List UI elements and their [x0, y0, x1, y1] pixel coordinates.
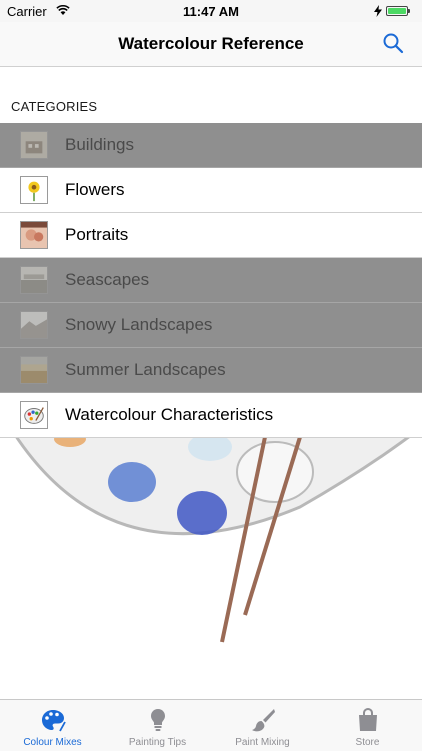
tab-label: Paint Mixing	[235, 737, 290, 748]
snowy-landscapes-thumbnail	[20, 311, 48, 339]
navigation-bar: Watercolour Reference	[0, 22, 422, 67]
category-label: Portraits	[65, 225, 129, 244]
list-item-flowers[interactable]: Flowers	[0, 168, 422, 213]
tab-label: Painting Tips	[128, 737, 187, 748]
paintbrush-icon	[252, 709, 275, 732]
seascapes-thumbnail	[20, 266, 48, 294]
list-item-watercolour-characteristics[interactable]: Watercolour Characteristics	[0, 393, 422, 438]
list-item-portraits[interactable]: Portraits	[0, 213, 422, 258]
palette-icon	[42, 710, 66, 732]
shopping-bag-icon	[359, 707, 377, 731]
category-label: Seascapes	[65, 270, 150, 289]
list-item-snowy-landscapes[interactable]: Snowy Landscapes	[0, 303, 422, 348]
tab-label: Store	[355, 737, 380, 748]
list-item-summer-landscapes[interactable]: Summer Landscapes	[0, 348, 422, 393]
page-title: Watercolour Reference	[118, 34, 304, 53]
portraits-thumbnail	[20, 221, 48, 249]
summer-landscapes-thumbnail	[20, 356, 48, 384]
category-label: Snowy Landscapes	[65, 315, 213, 334]
categories-view: CATEGORIES Buildings Flowers Portraits S…	[0, 67, 422, 699]
palette-thumbnail	[20, 401, 48, 429]
category-label: Buildings	[65, 135, 134, 154]
tab-painting-tips[interactable]: Painting Tips	[105, 700, 210, 751]
flowers-thumbnail	[20, 176, 48, 204]
list-item-buildings[interactable]: Buildings	[0, 123, 422, 168]
tab-colour-mixes[interactable]: Colour Mixes	[0, 700, 105, 751]
category-label: Watercolour Characteristics	[65, 405, 274, 424]
battery-icon	[386, 6, 410, 16]
tab-store[interactable]: Store	[315, 700, 420, 751]
search-icon[interactable]	[382, 32, 404, 54]
category-list: Buildings Flowers Portraits Seascapes Sn…	[0, 123, 422, 438]
lightbulb-icon	[151, 709, 165, 731]
charging-icon	[374, 5, 382, 17]
list-item-seascapes[interactable]: Seascapes	[0, 258, 422, 303]
tab-bar: Colour Mixes Painting Tips Paint Mixing …	[0, 699, 422, 751]
clock: 11:47 AM	[183, 4, 239, 19]
tab-paint-mixing[interactable]: Paint Mixing	[210, 700, 315, 751]
status-bar: Carrier 11:47 AM	[0, 0, 422, 22]
category-label: Flowers	[65, 180, 125, 199]
buildings-thumbnail	[20, 131, 48, 159]
category-label: Summer Landscapes	[65, 360, 226, 379]
section-header: CATEGORIES	[11, 99, 98, 114]
tab-label: Colour Mixes	[23, 737, 82, 748]
